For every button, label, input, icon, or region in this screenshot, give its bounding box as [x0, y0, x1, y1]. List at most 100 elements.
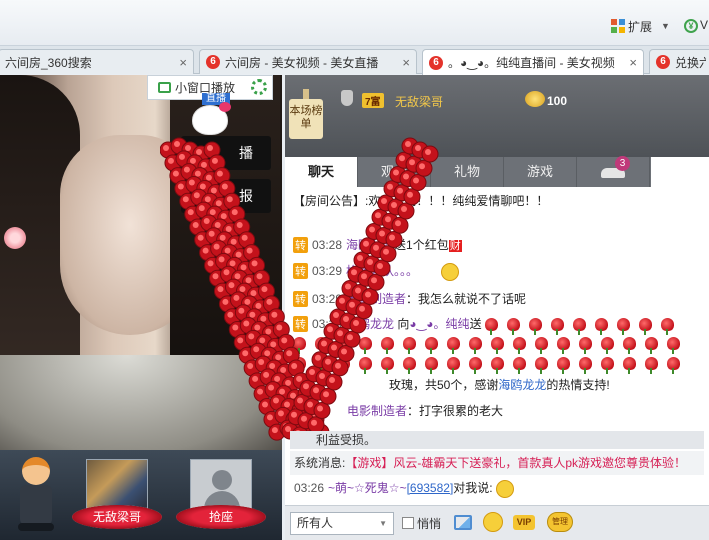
- tab-label: 六间房_360搜索: [5, 55, 92, 70]
- tab-audience[interactable]: 观众: [358, 157, 431, 187]
- forward-tag[interactable]: 转: [293, 263, 308, 279]
- security-shield-icon[interactable]: ¥: [684, 19, 698, 33]
- msg-time: 03:29: [312, 292, 343, 306]
- tab-live-room[interactable]: 6 。◕‿◕。纯纯直播间 - 美女视频 ×: [422, 49, 644, 75]
- avatar-head: [22, 457, 50, 485]
- tab-bar: 六间房_360搜索 × 6 六间房 - 美女视频 - 美女直播 × 6 。◕‿◕…: [0, 46, 709, 75]
- rose-icon: [403, 337, 416, 355]
- chat-message: 玫瑰，共50个，感谢海鸥龙龙的热情支持!: [389, 376, 610, 393]
- rose-icon: [601, 357, 614, 375]
- gear-icon[interactable]: [251, 79, 267, 95]
- msg-user[interactable]: ~萌~☆死鬼☆~: [328, 481, 407, 495]
- msg-user-id[interactable]: [693582]: [407, 481, 454, 495]
- msg-time: 03:29: [312, 264, 343, 278]
- msg-time: 03:28: [312, 238, 343, 252]
- benefit-text: 利益受损。: [316, 433, 377, 447]
- close-icon[interactable]: ×: [629, 55, 637, 70]
- browser-toolbar: 扩展 ▼ ¥ V: [0, 0, 709, 46]
- rose-icon: [447, 337, 460, 355]
- recipient-select[interactable]: 所有人: [290, 512, 394, 535]
- chevron-down-icon[interactable]: ▼: [661, 21, 670, 31]
- rose-icon: [638, 318, 652, 336]
- cartoon-boy-avatar[interactable]: [16, 457, 56, 533]
- msg-text: ：打字很累的老大: [407, 404, 504, 418]
- extensions-icon: [611, 19, 625, 33]
- red-packet-badge[interactable]: 财: [448, 240, 462, 252]
- system-text[interactable]: 【游戏】风云-雄霸天下送豪礼，首款真人pk游戏邀您尊贵体验！: [345, 456, 686, 470]
- rose-icon: [315, 337, 328, 355]
- msg-user[interactable]: 格敢死队。。。: [346, 264, 418, 278]
- grab-seat-button[interactable]: 抢座: [176, 505, 266, 529]
- vip-icon[interactable]: VIP: [513, 515, 535, 530]
- rose-icon: [484, 318, 498, 336]
- msg-text: ：我怎么就说不了话呢: [406, 292, 527, 306]
- chat-message: 电影制造者：打字很累的老大: [347, 402, 503, 419]
- seat-1[interactable]: 无敌梁哥: [72, 457, 162, 535]
- whisper-checkbox[interactable]: [402, 517, 414, 529]
- system-label: 系统消息:: [294, 456, 346, 470]
- rose-icon: [667, 357, 680, 375]
- chat-message: 转 03:29 格敢死队。。。: [293, 262, 460, 281]
- rose-icon: [660, 318, 674, 336]
- tab-6rooms-home[interactable]: 6 六间房 - 美女视频 - 美女直播 ×: [199, 49, 417, 74]
- forward-tag[interactable]: 转: [293, 237, 308, 253]
- rose-icon: [403, 357, 416, 375]
- forward-tag[interactable]: 转: [293, 291, 308, 307]
- tab-exchange[interactable]: 6 兑换六: [649, 49, 709, 74]
- msg-text: 的热情支持!: [546, 378, 610, 392]
- seat-avatar-image: [86, 459, 148, 511]
- msg-user[interactable]: 海鸥龙龙: [346, 238, 394, 252]
- msg-text: 向: [397, 317, 410, 331]
- rose-icon: [491, 337, 504, 355]
- rose-icon: [447, 357, 460, 375]
- rose-icon: [579, 337, 592, 355]
- rose-icon: [315, 357, 328, 375]
- emoji-icon[interactable]: [483, 512, 503, 532]
- msg-text: 玫瑰，共50个，感谢: [389, 378, 499, 392]
- msg-text: 对我说:: [453, 481, 493, 495]
- extensions-button[interactable]: 扩展 ▼: [611, 17, 670, 35]
- report-button[interactable]: 报: [181, 179, 271, 213]
- rose-icon: [293, 337, 306, 355]
- rank-top-user[interactable]: 无敌梁哥: [395, 93, 443, 110]
- video-sweater: [0, 355, 282, 450]
- seat-2[interactable]: 抢座: [176, 457, 266, 535]
- rose-icon: [557, 357, 570, 375]
- tab-label: 兑换六: [675, 55, 706, 70]
- rose-icon: [667, 337, 680, 355]
- image-icon[interactable]: [454, 515, 472, 530]
- tab-cars[interactable]: [577, 157, 650, 187]
- msg-text: 送1个红包: [394, 238, 449, 252]
- msg-user[interactable]: 电影制造者: [346, 292, 406, 306]
- chat-message: 转 03:28 海鸥龙龙送1个红包财: [293, 236, 462, 253]
- msg-user[interactable]: 海鸥龙龙: [346, 317, 394, 331]
- rose-icon: [601, 337, 614, 355]
- rose-row: [484, 317, 683, 336]
- rose-row: [293, 336, 689, 355]
- rose-row: [293, 336, 689, 355]
- msg-target[interactable]: ◕‿◕。纯纯: [409, 317, 469, 331]
- tab-chat[interactable]: 聊天: [285, 157, 358, 187]
- emote-icon[interactable]: 管理: [547, 512, 573, 532]
- close-icon[interactable]: ×: [402, 55, 410, 70]
- announcement: 【房间公告】:欢迎来到！！！纯纯爱情聊吧！！: [293, 194, 549, 208]
- msg-user[interactable]: 电影制造者: [347, 404, 407, 418]
- broadcast-button[interactable]: 播: [181, 136, 271, 170]
- msg-user[interactable]: 海鸥龙龙: [498, 378, 546, 392]
- close-icon[interactable]: ×: [179, 55, 187, 70]
- rose-icon: [623, 337, 636, 355]
- rose-icon: [550, 318, 564, 336]
- tab-gifts[interactable]: 礼物: [431, 157, 504, 187]
- tab-360-search[interactable]: 六间房_360搜索 ×: [0, 49, 194, 74]
- live-video[interactable]: [0, 75, 282, 450]
- rank-board-button[interactable]: 本场榜单: [289, 89, 323, 139]
- tab-games[interactable]: 游戏: [504, 157, 577, 187]
- system-message: 系统消息:【游戏】风云-雄霸天下送豪礼，首款真人pk游戏邀您尊贵体验！: [290, 451, 704, 475]
- forward-tag[interactable]: 转: [293, 316, 308, 332]
- seat-label: 无敌梁哥: [72, 505, 162, 529]
- shield-label: V: [700, 18, 709, 32]
- chat-message: 03:26 ~萌~☆死鬼☆~[693582]对我说:: [294, 479, 514, 498]
- 6rooms-logo-icon: 6: [206, 55, 220, 69]
- rose-icon: [425, 337, 438, 355]
- rose-icon: [645, 357, 658, 375]
